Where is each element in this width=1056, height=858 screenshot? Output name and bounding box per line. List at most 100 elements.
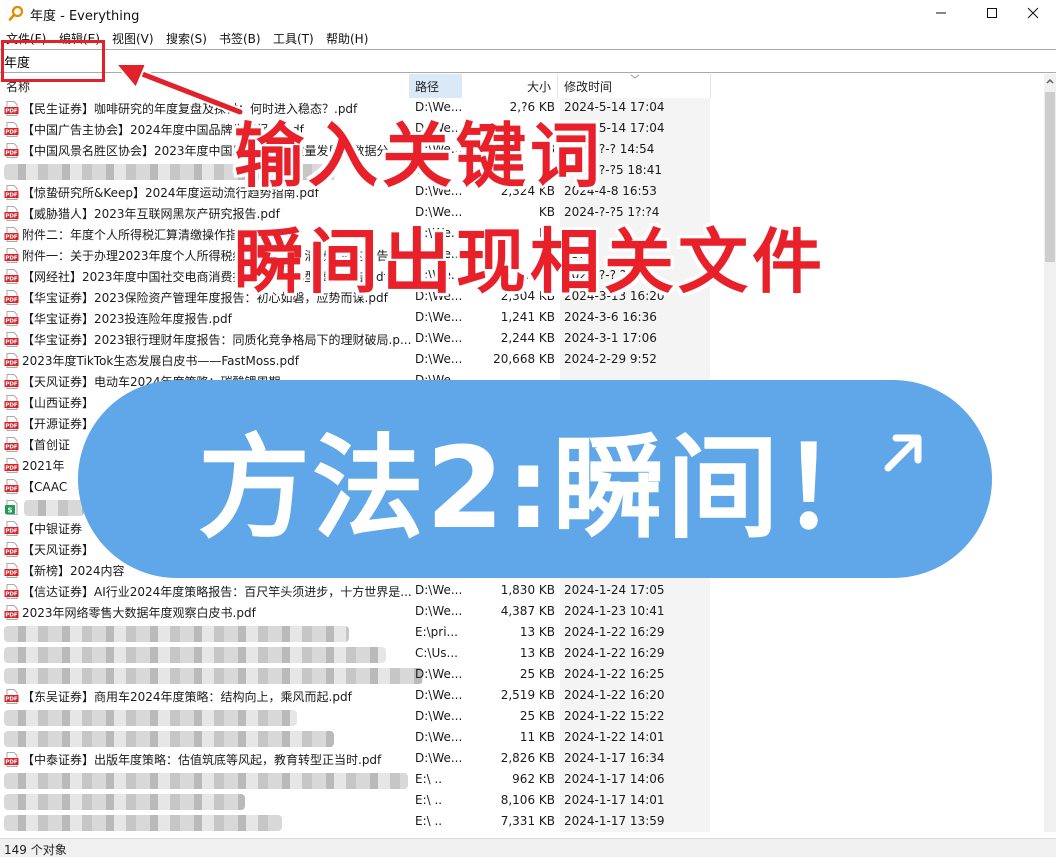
svg-text:PDF: PDF xyxy=(5,151,18,157)
maximize-button[interactable] xyxy=(969,0,1015,26)
file-modified: 2024-1-22 14:01 xyxy=(564,730,665,744)
file-modified: 2024-1-17 14:01 xyxy=(564,793,665,807)
svg-text:PDF: PDF xyxy=(5,697,18,703)
object-count: 149 个对象 xyxy=(4,843,67,857)
file-size: 2,244 KB xyxy=(500,331,555,345)
arrow-up-right-icon xyxy=(884,434,922,472)
svg-text:PDF: PDF xyxy=(5,193,18,199)
file-size: 20,668 KB xyxy=(493,352,555,366)
column-divider[interactable] xyxy=(557,74,558,98)
blurred-filename xyxy=(4,668,423,684)
file-size: 962 KB xyxy=(512,772,555,786)
file-modified: 2024-3-1 17:06 xyxy=(564,331,657,345)
minimize-icon xyxy=(936,12,946,14)
minimize-button[interactable] xyxy=(918,0,964,26)
file-row[interactable]: PDF 【华宝证券】2023投连险年度报告.pdf D:\We... 1,241 KB… xyxy=(0,308,1040,329)
file-row[interactable]: PDF 2023年度TikTok生态发展白皮书——FastMoss.pdf D:\W… xyxy=(0,350,1040,371)
file-row[interactable]: C:\Us... 13 KB 2024-1-22 16:29 xyxy=(0,644,1040,665)
svg-text:PDF: PDF xyxy=(5,613,18,619)
file-size: 7,331 KB xyxy=(500,814,555,828)
file-row[interactable]: PDF 2023年网络零售大数据年度观察白皮书.pdf D:\We... 4,387 … xyxy=(0,602,1040,623)
menu-search[interactable]: 搜索(S) xyxy=(166,30,207,47)
pdf-file-icon: PDF xyxy=(4,689,19,704)
file-path: E:\ .. xyxy=(415,793,443,807)
file-path: D:\We... xyxy=(415,730,463,744)
scroll-up-icon[interactable] xyxy=(1046,78,1054,84)
file-size: 13 KB xyxy=(519,646,555,660)
svg-text:PDF: PDF xyxy=(5,256,18,262)
vertical-scrollbar[interactable] xyxy=(1044,74,1056,832)
maximize-icon xyxy=(987,8,997,18)
file-modified: 2024-1-23 10:41 xyxy=(564,604,665,618)
blurred-filename xyxy=(24,500,84,516)
file-row[interactable]: E:\ .. 8,106 KB 2024-1-17 14:01 xyxy=(0,791,1040,812)
file-row[interactable]: D:\We... 11 KB 2024-1-22 14:01 xyxy=(0,728,1040,749)
file-name: 【新榜】2024内容 xyxy=(22,564,125,578)
file-name: 【华宝证券】2023投连险年度报告.pdf xyxy=(22,312,232,326)
column-size[interactable]: 大小 xyxy=(470,74,551,98)
file-modified: 2024-1-22 16:29 xyxy=(564,625,665,639)
file-row[interactable]: PDF 【信达证券】AI行业2024年度策略报告：百尺竿头须进步，十方世界是...… xyxy=(0,581,1040,602)
banner-text: 方法2:瞬间！ xyxy=(198,424,895,554)
svg-text:S: S xyxy=(7,507,12,515)
menu-help[interactable]: 帮助(H) xyxy=(326,30,368,47)
svg-text:PDF: PDF xyxy=(5,235,18,241)
file-row[interactable]: D:\We... 25 KB 2024-1-22 15:22 xyxy=(0,707,1040,728)
svg-text:PDF: PDF xyxy=(5,445,18,451)
file-name: 【信达证券】AI行业2024年度策略报告：百尺竿头须进步，十方世界是... xyxy=(22,585,412,599)
file-row[interactable]: PDF 【华宝证券】2023银行理财年度报告：同质化竞争格局下的理财破局.p...… xyxy=(0,329,1040,350)
file-modified: 2024-1-22 16:25 xyxy=(564,667,665,681)
close-button[interactable] xyxy=(1010,0,1056,26)
file-path: D:\We... xyxy=(415,310,463,324)
blurred-filename xyxy=(4,731,334,747)
svg-text:PDF: PDF xyxy=(5,277,18,283)
pdf-file-icon: PDF xyxy=(4,584,19,599)
pdf-file-icon: PDF xyxy=(4,332,19,347)
file-size: 8,106 KB xyxy=(500,793,555,807)
file-name: 【华宝证券】2023银行理财年度报告：同质化竞争格局下的理财破局.p... xyxy=(22,333,412,347)
red-arrow-icon xyxy=(113,63,245,117)
file-path: D:\We... xyxy=(415,688,463,702)
file-modified: 2024-1-24 17:05 xyxy=(564,583,665,597)
pdf-file-icon: PDF xyxy=(4,311,19,326)
file-path: E:\pri... xyxy=(415,625,458,639)
column-divider[interactable] xyxy=(710,74,711,98)
svg-text:PDF: PDF xyxy=(5,214,18,220)
file-name: 【首创证 xyxy=(22,438,71,452)
pdf-file-icon: PDF xyxy=(4,185,19,200)
file-size: 25 KB xyxy=(519,709,555,723)
menu-tools[interactable]: 工具(T) xyxy=(273,30,314,47)
blurred-filename xyxy=(4,626,349,642)
file-name: 2021年 xyxy=(22,459,65,473)
svg-text:PDF: PDF xyxy=(5,550,18,556)
file-modified: 2024-1-17 14:06 xyxy=(564,772,665,786)
file-row[interactable]: E:\pri... 13 KB 2024-1-22 16:29 xyxy=(0,623,1040,644)
file-path: D:\We... xyxy=(415,667,463,681)
menu-bookmarks[interactable]: 书签(B) xyxy=(219,30,261,47)
file-row[interactable]: PDF 【东吴证券】商用车2024年度策略：结构向上，乘风而起.pdf D:\We.… xyxy=(0,686,1040,707)
file-row[interactable]: D:\We... 25 KB 2024-1-22 16:25 xyxy=(0,665,1040,686)
menu-view[interactable]: 视图(V) xyxy=(112,30,154,47)
svg-text:PDF: PDF xyxy=(5,109,18,115)
spreadsheet-file-icon: S xyxy=(4,500,19,515)
file-path: D:\We... xyxy=(415,583,463,597)
pdf-file-icon: PDF xyxy=(4,479,19,494)
magnifier-icon xyxy=(8,5,24,21)
column-path[interactable]: 路径 xyxy=(415,74,439,98)
file-row[interactable]: E:\ .. 962 KB 2024-1-17 14:06 xyxy=(0,770,1040,791)
svg-text:PDF: PDF xyxy=(5,319,18,325)
file-row[interactable]: PDF 【中泰证券】出版年度策略：估值筑底等风起，教育转型正当时.pdf D:\We… xyxy=(0,749,1040,770)
blurred-filename xyxy=(4,815,282,831)
sort-chevron-down-icon xyxy=(630,74,640,79)
file-row[interactable]: E:\ .. 7,331 KB 2024-1-17 13:59 xyxy=(0,812,1040,832)
column-modified[interactable]: 修改时间 xyxy=(564,74,612,98)
svg-text:PDF: PDF xyxy=(5,130,18,136)
svg-text:PDF: PDF xyxy=(5,298,18,304)
blurred-filename xyxy=(4,710,297,726)
file-name: 【中泰证券】出版年度策略：估值筑底等风起，教育转型正当时.pdf xyxy=(22,753,382,767)
svg-text:PDF: PDF xyxy=(5,487,18,493)
file-modified: 2024-1-17 13:59 xyxy=(564,814,665,828)
file-path: D:\We... xyxy=(415,751,463,765)
scrollbar-thumb[interactable] xyxy=(1045,92,1055,262)
file-modified: 2024-3-6 16:36 xyxy=(564,310,657,324)
